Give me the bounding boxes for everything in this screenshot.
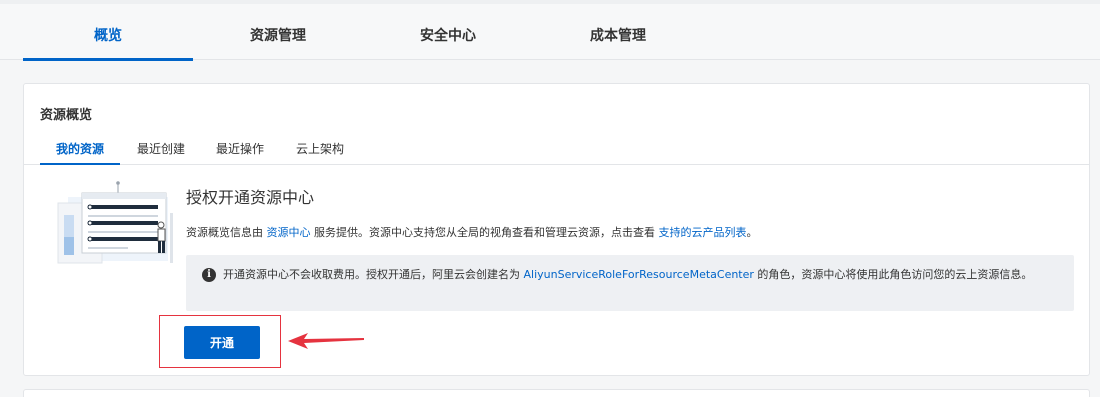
tab-resource-management[interactable]: 资源管理 — [193, 4, 363, 60]
tab-cost-management[interactable]: 成本管理 — [533, 4, 703, 60]
resource-center-illustration — [57, 181, 173, 264]
next-card — [23, 389, 1090, 397]
info-notice: i 开通资源中心不会收取费用。授权开通后，阿里云会创建名为 AliyunServ… — [186, 255, 1074, 311]
card-title: 资源概览 — [40, 108, 93, 123]
authorize-title: 授权开通资源中心 — [186, 188, 315, 207]
notice-text-suffix: 的角色，资源中心将使用此角色访问您的云上资源信息。 — [753, 268, 1033, 281]
tab-security-center[interactable]: 安全中心 — [363, 4, 533, 60]
resource-center-link[interactable]: 资源中心 — [267, 226, 311, 239]
top-tab-bar: 概览 资源管理 安全中心 成本管理 — [0, 4, 1100, 61]
service-description: 资源概览信息由 资源中心 服务提供。资源中心支持您从全局的视角查看和管理云资源，… — [186, 224, 758, 240]
sub-tab-recent-operations[interactable]: 最近操作 — [207, 140, 273, 165]
desc-text-suffix: 。 — [746, 226, 758, 239]
info-icon: i — [202, 268, 216, 282]
desc-text-prefix: 资源概览信息由 — [186, 226, 267, 239]
notice-text-prefix: 开通资源中心不会收取费用。授权开通后，阿里云会创建名为 — [223, 268, 524, 281]
annotation-arrow-icon — [288, 333, 364, 349]
supported-products-link[interactable]: 支持的云产品列表 — [659, 226, 747, 239]
activate-button[interactable]: 开通 — [184, 326, 260, 359]
notice-text: 开通资源中心不会收取费用。授权开通后，阿里云会创建名为 AliyunServic… — [223, 266, 1063, 283]
sub-tab-recently-created[interactable]: 最近创建 — [128, 140, 194, 165]
desc-text-middle: 服务提供。资源中心支持您从全局的视角查看和管理云资源，点击查看 — [310, 226, 659, 239]
sub-tab-my-resources[interactable]: 我的资源 — [40, 140, 120, 165]
service-role-link[interactable]: AliyunServiceRoleForResourceMetaCenter — [524, 268, 754, 281]
sub-tab-bar: 我的资源 最近创建 最近操作 云上架构 — [24, 134, 1089, 165]
tab-overview[interactable]: 概览 — [23, 4, 193, 61]
sub-tab-cloud-architecture[interactable]: 云上架构 — [287, 140, 353, 165]
